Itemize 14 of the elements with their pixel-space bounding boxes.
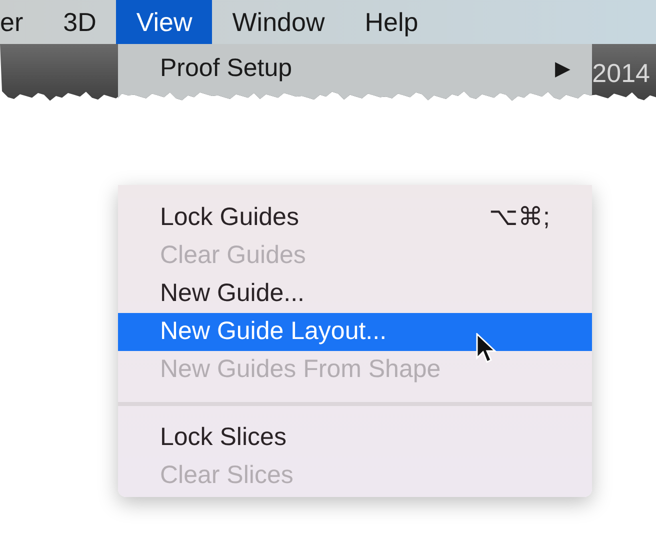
menu-bar-item[interactable]: 3D bbox=[43, 0, 116, 44]
toolbar-text: 2014 bbox=[592, 57, 650, 90]
menu-bar-item[interactable]: View bbox=[116, 0, 212, 44]
menu-item[interactable]: New Guide Layout... bbox=[118, 313, 592, 351]
menu-bar-item[interactable]: er bbox=[0, 0, 44, 44]
menu-item[interactable]: New Guide... bbox=[118, 275, 592, 313]
cursor-icon bbox=[476, 333, 498, 365]
menu-item[interactable]: Lock Guides ⌥⌘; bbox=[118, 199, 592, 237]
submenu-arrow-icon: ▶ bbox=[555, 54, 570, 84]
shortcut-text: ⌥⌘; bbox=[489, 202, 550, 234]
menu-item[interactable]: Proof Setup ▶ bbox=[118, 44, 592, 94]
menu-item[interactable]: Lock Slices bbox=[118, 419, 592, 457]
menu-bar-item[interactable]: Window bbox=[212, 0, 345, 44]
menu-bar-item[interactable]: Help bbox=[344, 0, 438, 44]
